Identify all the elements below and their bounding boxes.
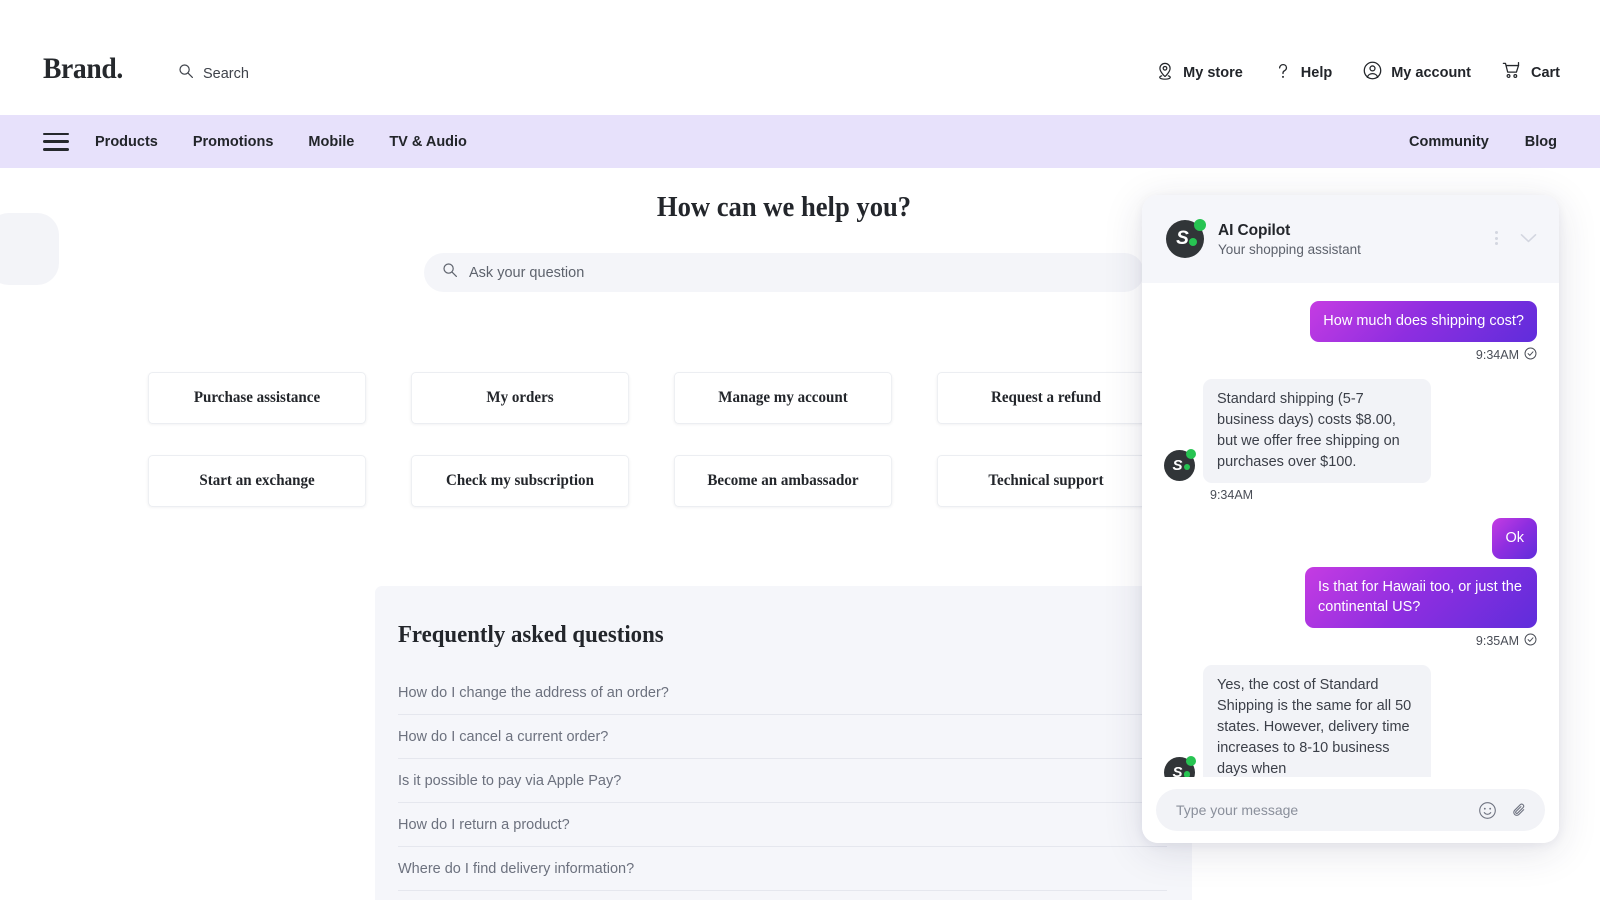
chevron-down-icon[interactable] bbox=[1520, 233, 1537, 244]
message-bubble: Is that for Hawaii too, or just the cont… bbox=[1305, 567, 1537, 628]
nav-links-right: Community Blog bbox=[1409, 115, 1557, 168]
chat-message-bot: S Standard shipping (5-7 business days) … bbox=[1164, 379, 1537, 483]
online-status-dot bbox=[1186, 756, 1196, 766]
smiley-face-icon[interactable] bbox=[1478, 801, 1497, 820]
hamburger-menu-icon[interactable] bbox=[43, 133, 69, 151]
message-bubble: How much does shipping cost? bbox=[1310, 301, 1537, 342]
message-bubble: Standard shipping (5-7 business days) co… bbox=[1203, 379, 1431, 483]
message-timestamp: 9:35AM bbox=[1476, 634, 1519, 648]
faq-item[interactable]: How do I cancel a current order? bbox=[398, 715, 1167, 759]
online-status-dot bbox=[1194, 219, 1206, 231]
message-bubble: Ok bbox=[1492, 518, 1537, 559]
question-search-placeholder: Ask your question bbox=[469, 265, 584, 281]
card-request-a-refund[interactable]: Request a refund bbox=[937, 372, 1155, 424]
faq-title: Frequently asked questions bbox=[398, 622, 1129, 649]
chat-input-placeholder: Type your message bbox=[1176, 802, 1478, 818]
chat-message-user: Is that for Hawaii too, or just the cont… bbox=[1164, 567, 1537, 628]
brand-logo[interactable]: Brand. bbox=[43, 52, 123, 86]
search-icon bbox=[442, 262, 458, 283]
avatar: S bbox=[1164, 450, 1195, 481]
my-store-link[interactable]: My store bbox=[1155, 61, 1243, 86]
message-meta: 9:34AM bbox=[1164, 347, 1537, 363]
message-meta: 9:35AM bbox=[1164, 633, 1537, 649]
message-meta: 9:34AM bbox=[1210, 488, 1537, 502]
message-bubble: Yes, the cost of Standard Shipping is th… bbox=[1203, 665, 1431, 790]
chat-message-input[interactable]: Type your message bbox=[1156, 789, 1545, 831]
nav-item-products[interactable]: Products bbox=[95, 134, 158, 150]
nav-item-blog[interactable]: Blog bbox=[1525, 134, 1557, 150]
nav-item-community[interactable]: Community bbox=[1409, 134, 1489, 150]
kebab-menu-icon[interactable] bbox=[1495, 231, 1498, 245]
card-check-my-subscription[interactable]: Check my subscription bbox=[411, 455, 629, 507]
location-pin-icon bbox=[1155, 61, 1175, 86]
question-mark-icon bbox=[1273, 61, 1293, 86]
card-technical-support[interactable]: Technical support bbox=[937, 455, 1155, 507]
nav-item-tv-audio[interactable]: TV & Audio bbox=[389, 134, 467, 150]
chat-message-bot: S Yes, the cost of Standard Shipping is … bbox=[1164, 665, 1537, 790]
site-header: Brand. Search My store bbox=[0, 0, 1600, 115]
faq-item[interactable]: Where do I find delivery information? bbox=[398, 847, 1167, 891]
primary-navigation: Products Promotions Mobile TV & Audio Co… bbox=[0, 115, 1600, 168]
search-icon bbox=[178, 63, 194, 84]
card-my-orders[interactable]: My orders bbox=[411, 372, 629, 424]
faq-item[interactable]: I have not yet received my order bbox=[398, 891, 1167, 900]
my-account-label: My account bbox=[1391, 65, 1471, 81]
nav-links-left: Products Promotions Mobile TV & Audio bbox=[95, 115, 467, 168]
chat-message-user: How much does shipping cost? bbox=[1164, 301, 1537, 342]
chat-composer: Type your message bbox=[1142, 777, 1559, 843]
header-actions: My store Help bbox=[1155, 60, 1560, 86]
my-account-link[interactable]: My account bbox=[1362, 60, 1471, 86]
card-start-an-exchange[interactable]: Start an exchange bbox=[148, 455, 366, 507]
chat-subtitle: Your shopping assistant bbox=[1218, 242, 1361, 257]
ai-copilot-chat-widget: S AI Copilot Your shopping assistant bbox=[1142, 195, 1559, 843]
nav-item-promotions[interactable]: Promotions bbox=[193, 134, 274, 150]
chat-message-list[interactable]: How much does shipping cost? 9:34AM S bbox=[1142, 283, 1559, 793]
my-store-label: My store bbox=[1183, 65, 1243, 81]
message-timestamp: 9:34AM bbox=[1476, 348, 1519, 362]
help-link[interactable]: Help bbox=[1273, 61, 1332, 86]
page-root: Brand. Search My store bbox=[0, 0, 1600, 900]
card-become-an-ambassador[interactable]: Become an ambassador bbox=[674, 455, 892, 507]
cart-label: Cart bbox=[1531, 65, 1560, 81]
shopping-cart-icon bbox=[1501, 60, 1523, 86]
faq-panel: Frequently asked questions How do I chan… bbox=[375, 586, 1192, 900]
check-circle-icon bbox=[1524, 347, 1537, 363]
online-status-dot bbox=[1186, 449, 1196, 459]
help-label: Help bbox=[1301, 65, 1332, 81]
message-timestamp: 9:34AM bbox=[1210, 488, 1253, 502]
nav-item-mobile[interactable]: Mobile bbox=[308, 134, 354, 150]
header-search-label: Search bbox=[203, 66, 249, 82]
faq-item[interactable]: How do I return a product? bbox=[398, 803, 1167, 847]
faq-item[interactable]: How do I change the address of an order? bbox=[398, 671, 1167, 715]
check-circle-icon bbox=[1524, 633, 1537, 649]
avatar: S bbox=[1166, 220, 1204, 258]
card-purchase-assistance[interactable]: Purchase assistance bbox=[148, 372, 366, 424]
chat-header-actions bbox=[1495, 231, 1537, 245]
composer-tools bbox=[1478, 801, 1529, 820]
user-circle-icon bbox=[1362, 60, 1383, 86]
chat-header: S AI Copilot Your shopping assistant bbox=[1142, 195, 1559, 283]
paperclip-icon[interactable] bbox=[1510, 801, 1529, 820]
card-manage-my-account[interactable]: Manage my account bbox=[674, 372, 892, 424]
chat-identity: AI Copilot Your shopping assistant bbox=[1218, 222, 1361, 257]
avatar-accent-dot bbox=[1189, 238, 1197, 246]
help-category-grid: Purchase assistance My orders Manage my … bbox=[141, 372, 1226, 507]
question-search-input[interactable]: Ask your question bbox=[424, 253, 1144, 292]
cart-link[interactable]: Cart bbox=[1501, 60, 1560, 86]
header-search[interactable]: Search bbox=[178, 63, 249, 84]
chat-title: AI Copilot bbox=[1218, 222, 1361, 240]
chat-decorative-blob bbox=[0, 213, 59, 285]
chat-message-user: Ok bbox=[1164, 518, 1537, 559]
faq-item[interactable]: Is it possible to pay via Apple Pay? bbox=[398, 759, 1167, 803]
